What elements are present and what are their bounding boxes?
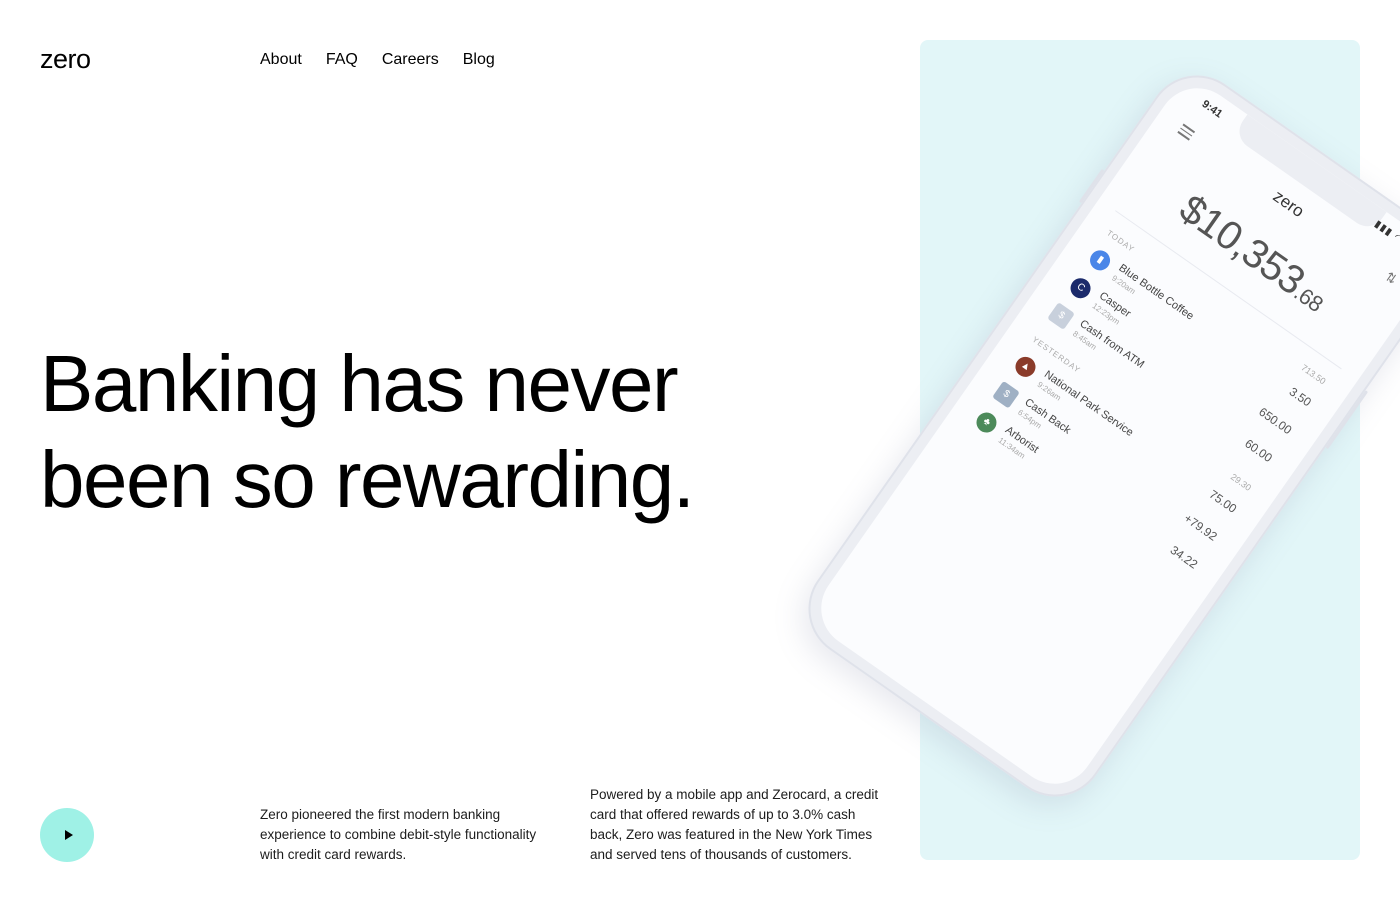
park-icon: ▲ — [1011, 352, 1040, 381]
cashback-icon: $ — [992, 380, 1020, 409]
main-nav: About FAQ Careers Blog — [260, 50, 495, 70]
yesterday-total: 29.30 — [1228, 471, 1254, 493]
transaction-amount: 3.50 — [1286, 384, 1314, 410]
hero-headline: Banking has never been so rewarding. — [40, 336, 800, 528]
transaction-amount: 75.00 — [1206, 487, 1240, 516]
section-today-label: TODAY — [1105, 228, 1137, 255]
nav-link-faq[interactable]: FAQ — [326, 50, 358, 70]
hero-headline-line-2: been so rewarding. — [40, 435, 695, 524]
arborist-icon: ♣ — [972, 408, 1001, 437]
coffee-icon: ▮ — [1086, 246, 1114, 275]
zerocard-paragraph: Powered by a mobile app and Zerocard, a … — [590, 787, 879, 862]
nav-link-about[interactable]: About — [260, 50, 302, 70]
intro-paragraph: Zero pioneered the first modern banking … — [260, 807, 537, 862]
status-icons: ▮▮▮ ◠ ▬ — [1372, 218, 1400, 255]
status-time: 9:41 — [1199, 97, 1225, 121]
casper-icon: C — [1066, 274, 1095, 303]
nav-link-careers[interactable]: Careers — [382, 50, 439, 70]
play-video-button[interactable] — [40, 808, 94, 862]
zero-logo[interactable]: zero — [40, 44, 91, 74]
atm-icon: $ — [1047, 302, 1075, 330]
hero-headline-line-1: Banking has never — [40, 339, 679, 428]
play-icon — [64, 830, 73, 840]
today-total: 713.50 — [1299, 362, 1328, 387]
nav-link-blog[interactable]: Blog — [463, 50, 495, 70]
